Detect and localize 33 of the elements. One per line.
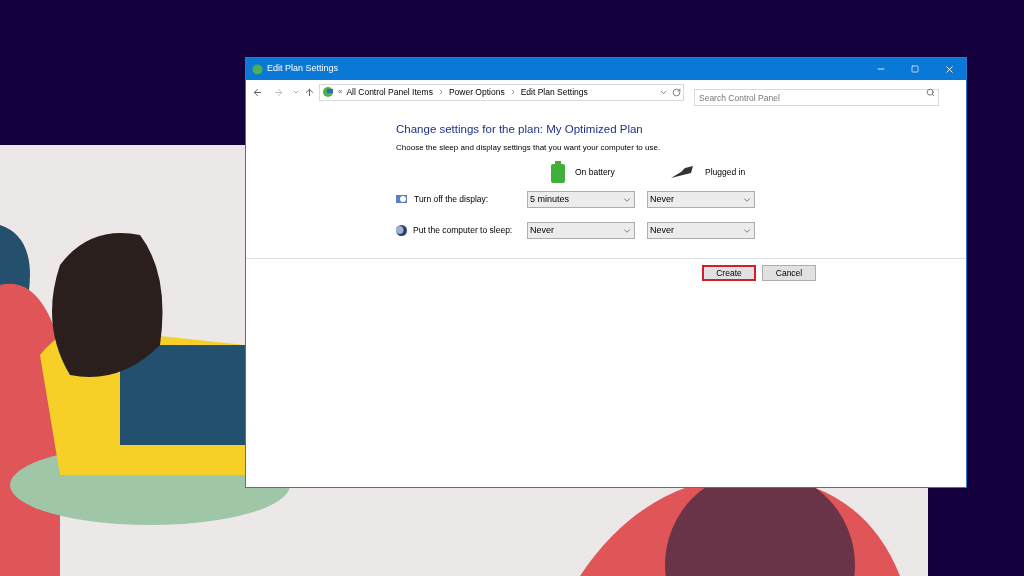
up-icon[interactable] (304, 86, 315, 98)
recent-pages-icon[interactable] (292, 88, 300, 96)
monitor-clock-icon (396, 194, 408, 206)
overflow-chevron[interactable]: « (338, 86, 343, 98)
forward-icon[interactable] (273, 86, 284, 98)
refresh-icon[interactable] (672, 87, 681, 97)
app-icon (252, 63, 263, 75)
moon-icon (396, 225, 407, 237)
description: Choose the sleep and display settings that you want your computer to use. (396, 142, 662, 155)
dialog-button[interactable]: Cancel (762, 265, 816, 282)
search-field[interactable]: Search Control Panel (694, 89, 939, 106)
close-icon (943, 63, 955, 75)
setting-label: Put the computer to sleep: (413, 224, 513, 238)
dropdown[interactable]: 5 minutes (527, 191, 635, 209)
dropdown[interactable]: Never (527, 222, 635, 240)
column-label: On battery (575, 165, 615, 179)
setting-label: Turn off the display: (414, 193, 489, 207)
breadcrumb[interactable]: Power Options (448, 85, 505, 99)
page-heading: Change settings for the plan: My Optimized Plan (396, 122, 644, 137)
battery-icon (551, 161, 565, 184)
breadcrumb[interactable]: Edit Plan Settings (520, 85, 588, 99)
maximize-icon (911, 65, 919, 73)
breadcrumb[interactable]: All Control Panel Items (346, 85, 433, 99)
column-label: Plugged in (705, 165, 746, 179)
dialog-button[interactable]: Create (702, 265, 756, 282)
back-icon[interactable] (252, 86, 263, 98)
dropdown[interactable]: Never (647, 222, 755, 240)
plug-icon (671, 165, 695, 180)
window-title: Edit Plan Settings (267, 62, 339, 76)
dropdown[interactable]: Never (647, 191, 755, 209)
control-panel-icon (322, 86, 334, 98)
search-icon (926, 87, 935, 97)
address-bar[interactable]: « All Control Panel Items Power Options Edit Plan Settings (319, 83, 684, 101)
